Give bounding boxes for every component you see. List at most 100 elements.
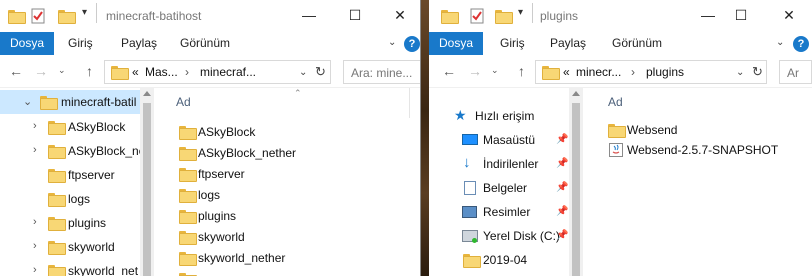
chevron-down-icon[interactable]: ⌄ — [388, 37, 396, 48]
column-header-name[interactable]: Ad — [608, 95, 623, 109]
tab-view[interactable]: Görünüm — [180, 32, 230, 55]
properties-icon[interactable] — [469, 8, 485, 27]
title-bar[interactable]: ▾ minecraft-batihost — ☐ ✕ — [0, 0, 420, 32]
breadcrumb-plugins[interactable]: plugins — [646, 65, 684, 79]
file-list[interactable]: Ad Websend Websend-2.5.7-SNAPSHOT — [583, 88, 812, 276]
tree-item-skyworld[interactable]: › skyworld — [0, 235, 140, 259]
tree-item-downloads[interactable]: ↓ İndirilenler 📌 — [429, 152, 569, 176]
address-bar[interactable]: « minecr... › plugins ⌄ ↻ — [535, 60, 767, 84]
tree-item-pictures[interactable]: Resimler 📌 — [429, 200, 569, 224]
new-folder-icon[interactable] — [495, 10, 513, 24]
recent-locations-button[interactable]: ⌄ — [58, 65, 66, 76]
tab-view[interactable]: Görünüm — [612, 32, 662, 55]
tree-item-2019-04[interactable]: 2019-04 — [429, 248, 569, 272]
file-item-skyworld[interactable]: skyworld — [154, 227, 420, 247]
address-dropdown-icon[interactable]: ⌄ — [736, 67, 744, 78]
new-folder-icon[interactable] — [58, 10, 76, 24]
address-bar[interactable]: « Mas... › minecraf... ⌄ ↻ — [104, 60, 331, 84]
tree-item-quick-access[interactable]: ★ Hızlı erişim — [429, 104, 569, 128]
scrollbar-thumb[interactable] — [572, 103, 580, 276]
help-icon[interactable]: ? — [793, 36, 809, 52]
breadcrumb-overflow[interactable]: « — [563, 65, 570, 79]
navigation-pane[interactable]: ★ Hızlı erişim Masaüstü 📌 ↓ İndirilenler… — [429, 88, 569, 276]
pin-icon[interactable]: 📌 — [556, 182, 568, 193]
breadcrumb-minecraft[interactable]: minecr... — [576, 65, 621, 79]
tree-item-label: 2019-04 — [483, 253, 528, 267]
address-dropdown-icon[interactable]: ⌄ — [299, 67, 307, 78]
tree-item-askyblock-nether[interactable]: › ASkyBlock_ne — [0, 139, 145, 163]
scroll-up-icon[interactable] — [143, 91, 151, 96]
chevron-down-icon[interactable]: ⌄ — [776, 37, 784, 48]
folder-icon — [48, 193, 66, 207]
close-button[interactable]: ✕ — [377, 0, 420, 30]
chevron-right-icon[interactable]: › — [33, 240, 37, 252]
search-input[interactable]: Ara: mine... — [343, 60, 420, 84]
properties-icon[interactable] — [30, 8, 46, 27]
file-list[interactable]: ⌃ Ad ASkyBlock ASkyBlock_nether ftpserve… — [154, 88, 420, 276]
file-item-partial[interactable] — [154, 269, 420, 276]
forward-button[interactable]: → — [468, 63, 482, 79]
tree-item-askyblock[interactable]: › ASkyBlock — [0, 115, 140, 139]
tab-share[interactable]: Paylaş — [121, 32, 157, 55]
pin-icon[interactable]: 📌 — [556, 158, 568, 169]
file-item-askyblock-nether[interactable]: ASkyBlock_nether — [154, 143, 420, 163]
tree-item-desktop[interactable]: Masaüstü 📌 — [429, 128, 569, 152]
chevron-down-icon[interactable]: ⌄ — [23, 95, 32, 108]
chevron-right-icon[interactable]: › — [33, 144, 37, 156]
breadcrumb-masaustu[interactable]: Mas... — [145, 65, 178, 79]
file-item-websend-folder[interactable]: Websend — [583, 120, 812, 140]
title-bar[interactable]: ▾ plugins — ☐ ✕ — [429, 0, 812, 32]
scroll-up-icon[interactable] — [572, 91, 580, 96]
chevron-right-icon[interactable]: › — [33, 120, 37, 132]
breadcrumb-minecraft[interactable]: minecraf... — [200, 65, 256, 79]
recent-locations-button[interactable]: ⌄ — [491, 65, 499, 76]
file-item-plugins[interactable]: plugins — [154, 206, 420, 226]
column-divider[interactable] — [409, 88, 410, 118]
scrollbar-thumb[interactable] — [143, 103, 151, 276]
close-button[interactable]: ✕ — [766, 0, 812, 30]
refresh-icon[interactable]: ↻ — [315, 64, 326, 80]
breadcrumb-overflow[interactable]: « — [132, 65, 139, 79]
tab-file[interactable]: Dosya — [429, 32, 484, 55]
tree-item-skyworld-nether[interactable]: › skyworld_net — [0, 259, 140, 276]
file-item-websend-jar[interactable]: Websend-2.5.7-SNAPSHOT — [583, 140, 812, 160]
pin-icon[interactable]: 📌 — [556, 230, 568, 241]
tree-item-plugins[interactable]: › plugins — [0, 211, 140, 235]
up-button[interactable]: ↑ — [86, 63, 93, 79]
back-button[interactable]: ← — [442, 63, 456, 79]
file-item-ftpserver[interactable]: ftpserver — [154, 164, 420, 184]
file-item-logs[interactable]: logs — [154, 185, 420, 205]
tree-item-label: Belgeler — [483, 181, 528, 195]
tab-home[interactable]: Giriş — [500, 32, 525, 55]
help-icon[interactable]: ? — [404, 36, 420, 52]
file-item-askyblock[interactable]: ASkyBlock — [154, 122, 420, 142]
quick-access-dropdown-icon[interactable]: ▾ — [518, 7, 523, 18]
back-button[interactable]: ← — [9, 63, 23, 79]
tab-home[interactable]: Giriş — [68, 32, 93, 55]
maximize-button[interactable]: ☐ — [718, 0, 764, 30]
search-input[interactable]: Ar — [779, 60, 812, 84]
column-header-name[interactable]: Ad — [176, 95, 191, 109]
pin-icon[interactable]: 📌 — [556, 134, 568, 145]
tab-share[interactable]: Paylaş — [550, 32, 586, 55]
nav-scrollbar[interactable] — [140, 88, 154, 276]
chevron-right-icon[interactable]: › — [33, 216, 37, 228]
nav-scrollbar[interactable] — [569, 88, 583, 276]
file-item-label: Websend-2.5.7-SNAPSHOT — [627, 143, 779, 157]
minimize-button[interactable]: — — [286, 0, 332, 30]
up-button[interactable]: ↑ — [518, 63, 525, 79]
refresh-icon[interactable]: ↻ — [752, 64, 763, 80]
tab-file[interactable]: Dosya — [0, 32, 55, 55]
tree-item-minecraft-batihost[interactable]: ⌄ minecraft-batil — [0, 90, 140, 114]
quick-access-dropdown-icon[interactable]: ▾ — [82, 7, 87, 18]
forward-button[interactable]: → — [34, 63, 48, 79]
tree-item-ftpserver[interactable]: ftpserver — [0, 163, 140, 187]
tree-item-logs[interactable]: logs — [0, 187, 140, 211]
tree-item-documents[interactable]: Belgeler 📌 — [429, 176, 569, 200]
maximize-button[interactable]: ☐ — [332, 0, 378, 30]
pin-icon[interactable]: 📌 — [556, 206, 568, 217]
chevron-right-icon[interactable]: › — [33, 264, 37, 276]
navigation-pane[interactable]: ⌄ minecraft-batil › ASkyBlock › ASkyBloc… — [0, 88, 145, 276]
tree-item-local-disk[interactable]: Yerel Disk (C:) 📌 — [429, 224, 569, 248]
file-item-skyworld-nether[interactable]: skyworld_nether — [154, 248, 420, 268]
